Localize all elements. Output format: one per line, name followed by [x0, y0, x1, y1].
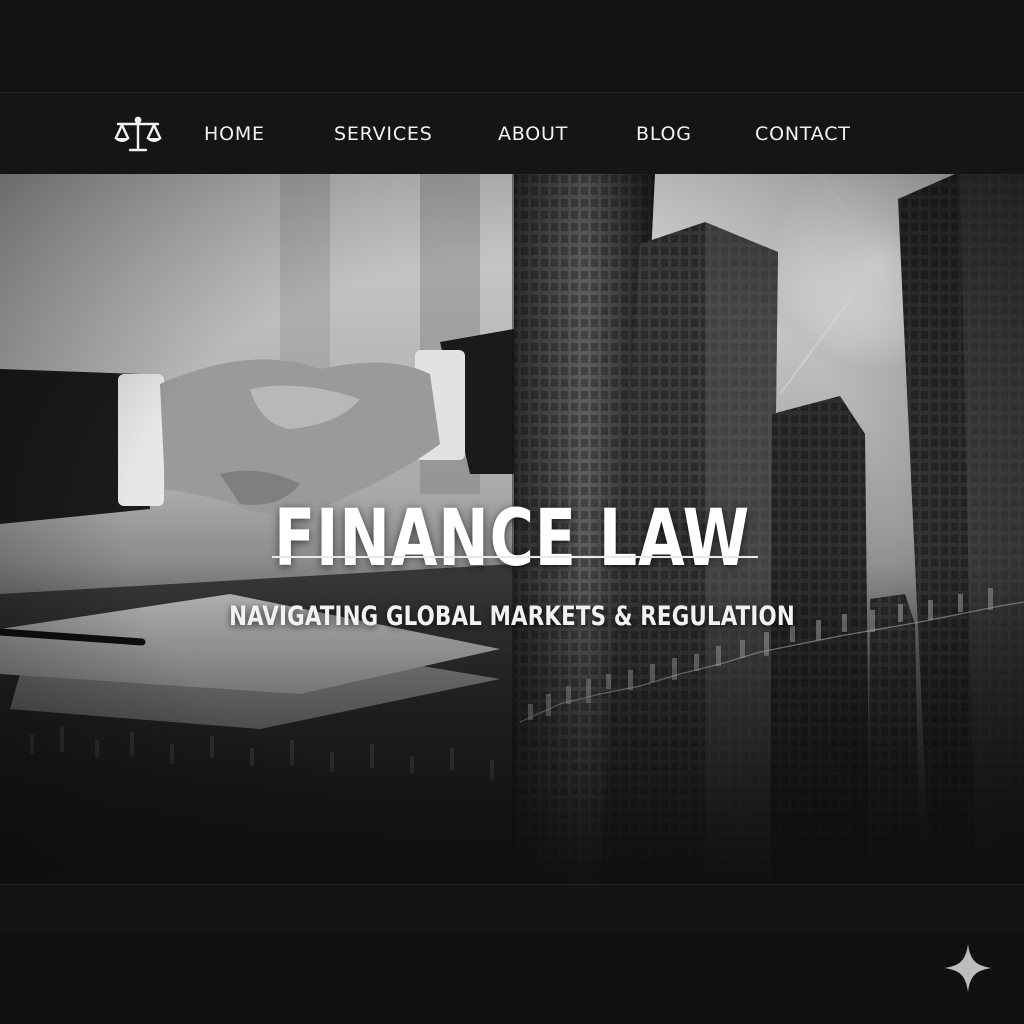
nav-home[interactable]: HOME — [204, 120, 265, 148]
nav-blog[interactable]: BLOG — [636, 120, 692, 148]
nav-services[interactable]: SERVICES — [334, 120, 433, 148]
nav-contact[interactable]: CONTACT — [755, 120, 851, 148]
hero-subtitle: NAVIGATING GLOBAL MARKETS & REGULATION — [229, 601, 795, 632]
nav-about[interactable]: ABOUT — [498, 120, 568, 148]
hero-divider — [272, 556, 758, 558]
hero-title: FINANCE LAW — [273, 494, 751, 585]
sparkle-icon — [944, 944, 992, 992]
bottom-band — [0, 934, 1024, 1024]
footer-band — [0, 884, 1024, 935]
scales-of-justice-icon[interactable] — [112, 115, 164, 155]
top-band — [0, 0, 1024, 92]
